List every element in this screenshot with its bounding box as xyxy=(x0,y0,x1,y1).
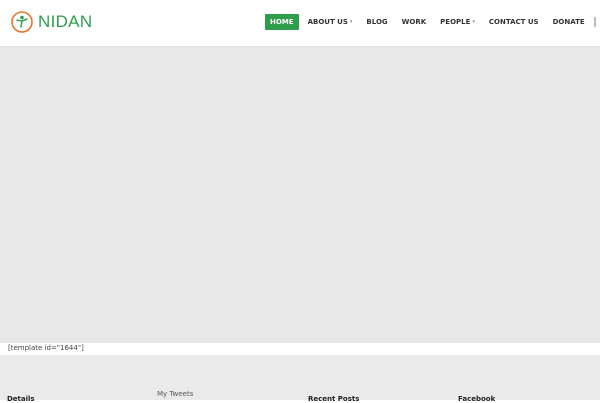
footer-heading-recent-posts: Recent Posts xyxy=(308,395,360,403)
hero-placeholder xyxy=(0,47,600,343)
footer-heading-facebook: Facebook xyxy=(458,395,496,403)
nav-item-label: ABOUT US xyxy=(307,18,348,26)
nav-item-blog[interactable]: BLOG xyxy=(361,14,392,30)
site-footer: Details My Tweets Recent Posts Facebook xyxy=(0,355,600,403)
footer-heading-details: Details xyxy=(7,395,35,403)
brand-name: NIDAN xyxy=(38,12,93,31)
template-shortcode-bar: [template id="1644"] xyxy=(0,343,600,355)
nav-item-label: CONTACT US xyxy=(488,18,539,26)
person-logo-icon xyxy=(10,10,34,34)
chevron-down-icon: ▾ xyxy=(472,19,475,25)
nav-item-work[interactable]: WORK xyxy=(397,14,432,30)
main-navigation: HOME ABOUT US ▾ BLOG WORK PEOPLE ▾ CONTA… xyxy=(265,14,600,30)
nav-item-label: BLOG xyxy=(366,18,388,26)
template-shortcode-text: [template id="1644"] xyxy=(8,344,84,352)
site-logo[interactable]: NIDAN xyxy=(10,10,92,34)
nav-item-about-us[interactable]: ABOUT US ▾ xyxy=(303,14,358,30)
site-header: NIDAN HOME ABOUT US ▾ BLOG WORK PEOPLE ▾… xyxy=(0,0,600,47)
footer-heading-my-tweets: My Tweets xyxy=(157,390,194,398)
nav-item-label: WORK xyxy=(401,18,427,26)
nav-item-label: PEOPLE xyxy=(440,18,471,26)
nav-divider xyxy=(593,17,596,27)
nav-item-label: HOME xyxy=(270,18,294,26)
nav-item-people[interactable]: PEOPLE ▾ xyxy=(435,14,480,30)
nav-item-donate[interactable]: DONATE xyxy=(548,14,590,30)
nav-item-contact-us[interactable]: CONTACT US xyxy=(484,14,544,30)
chevron-down-icon: ▾ xyxy=(349,19,353,25)
nav-item-home[interactable]: HOME xyxy=(265,14,299,30)
nav-item-label: DONATE xyxy=(552,18,585,26)
